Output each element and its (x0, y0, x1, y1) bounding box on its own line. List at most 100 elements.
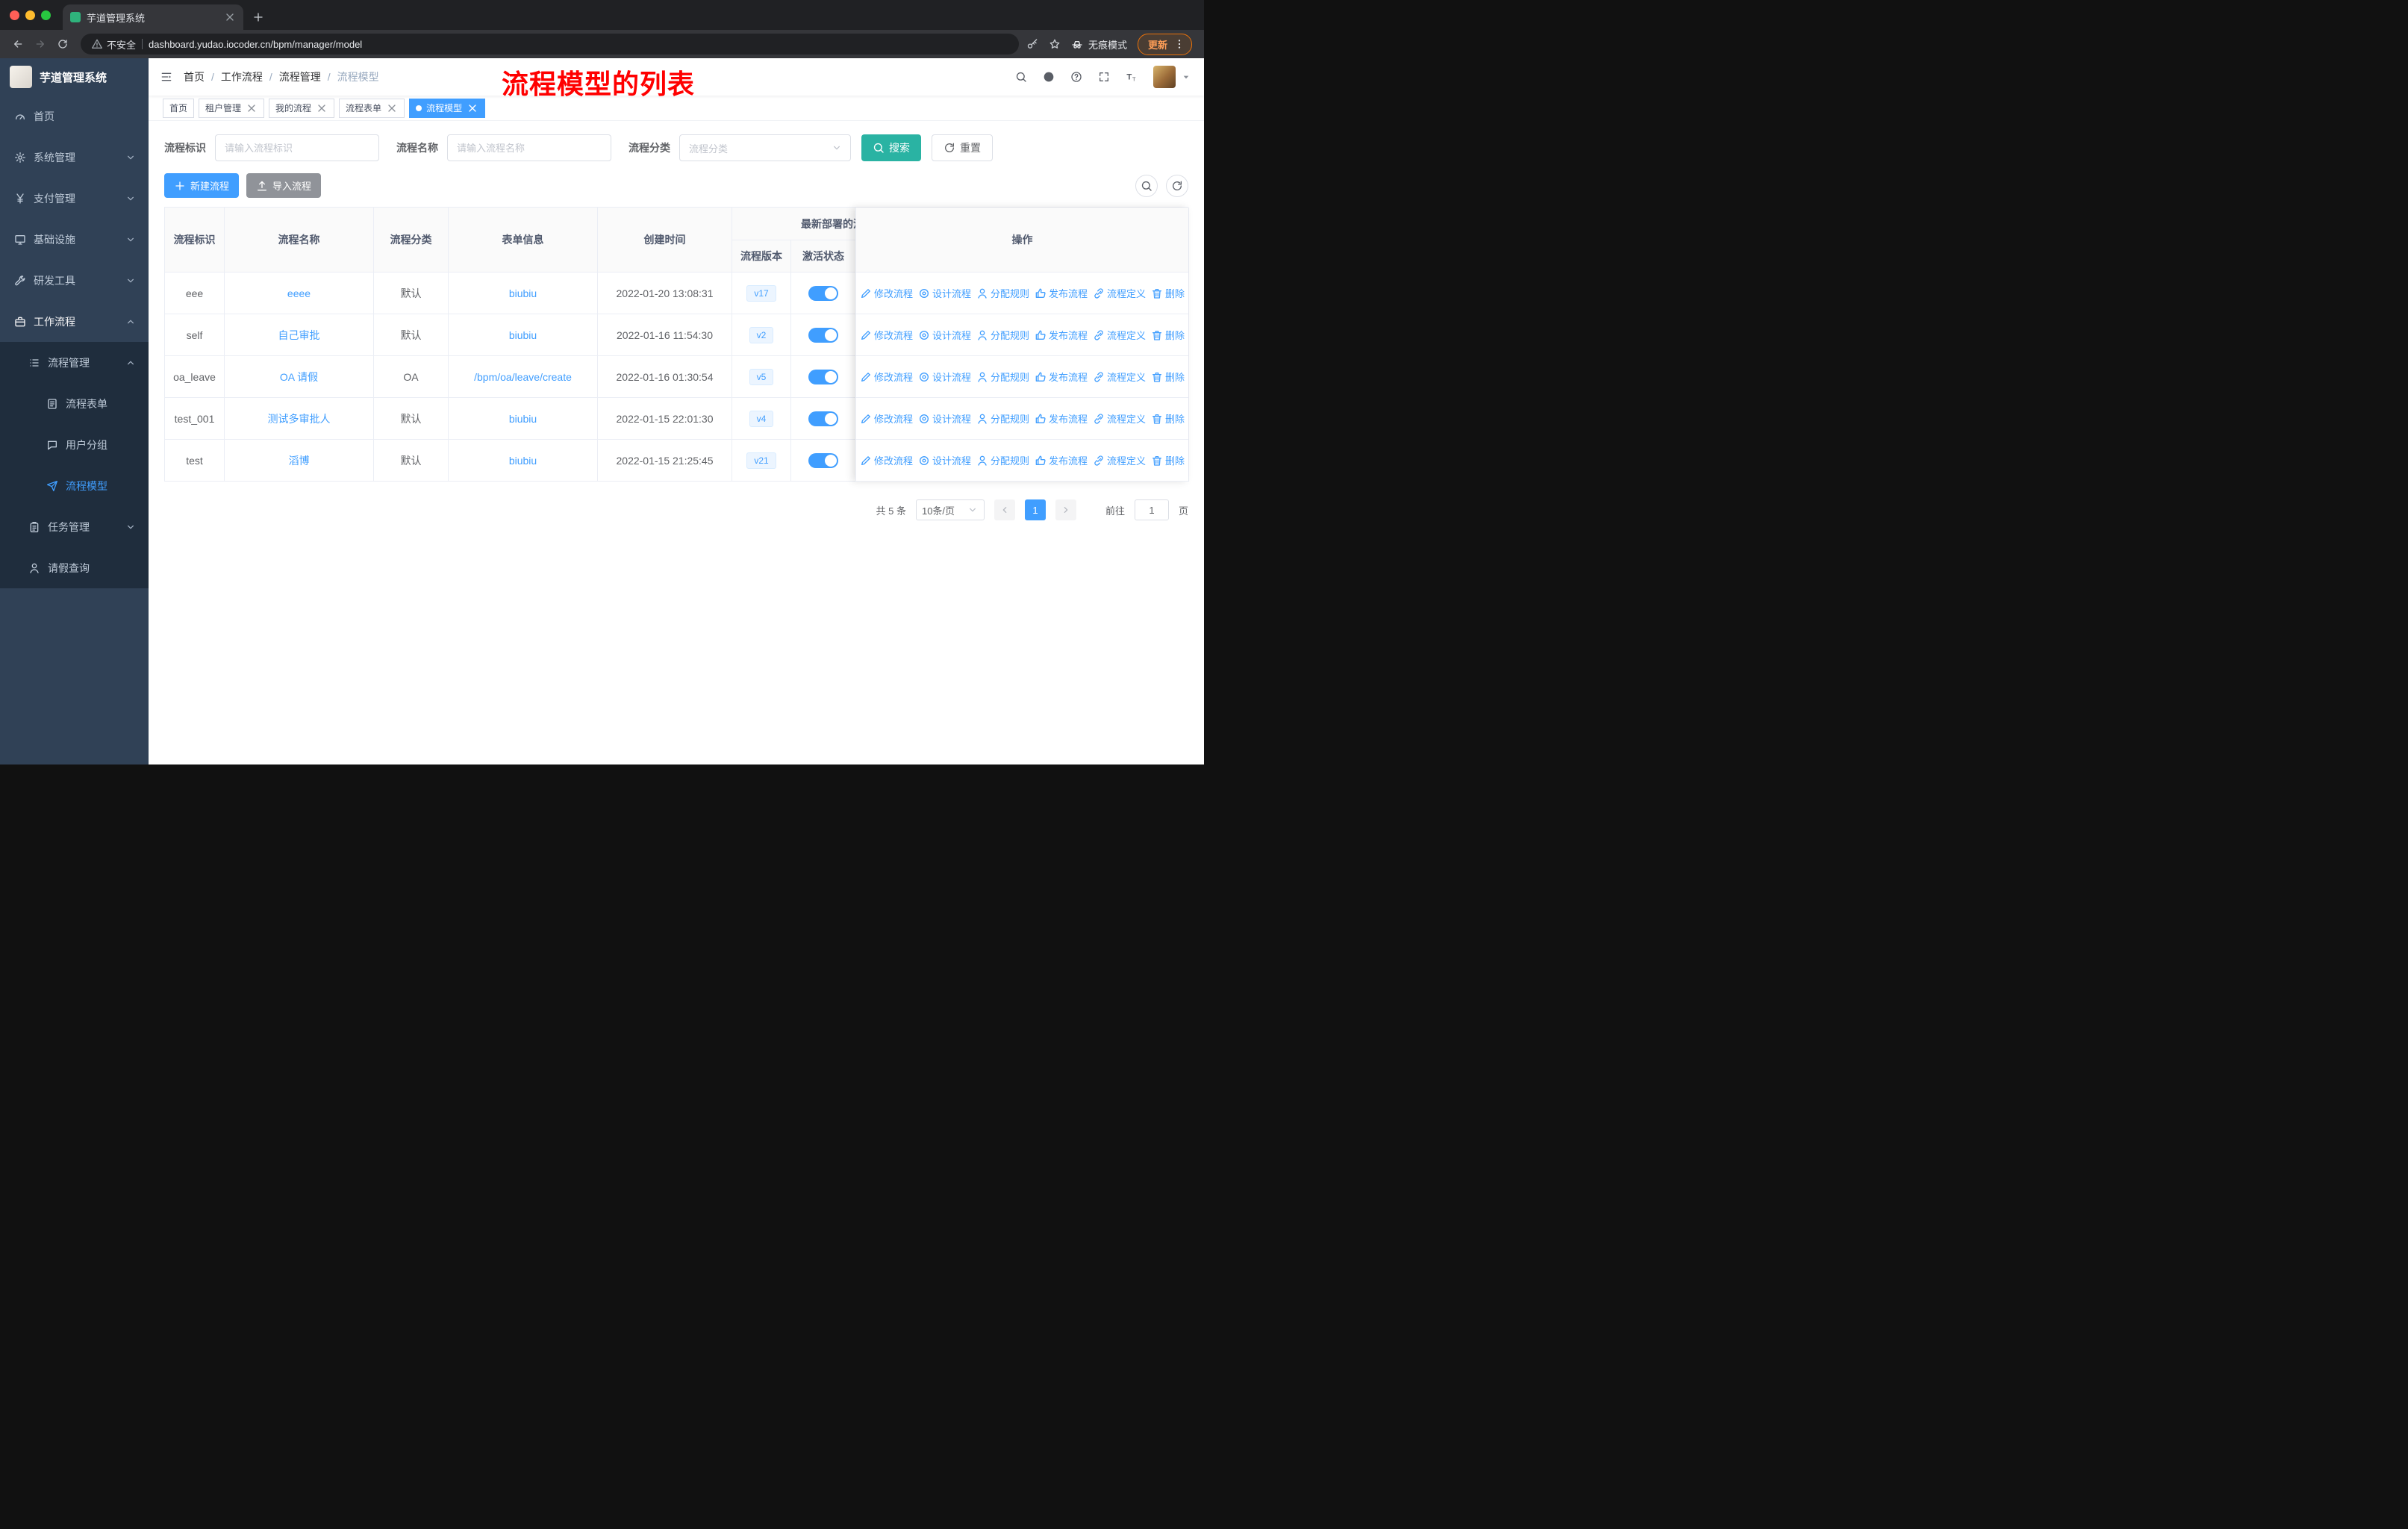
action-publish-link[interactable]: 发布流程 (1035, 370, 1088, 384)
action-assign-rule-link[interactable]: 分配规则 (976, 328, 1029, 342)
action-assign-rule-link[interactable]: 分配规则 (976, 453, 1029, 467)
action-assign-rule-link[interactable]: 分配规则 (976, 411, 1029, 426)
address-bar[interactable]: 不安全 dashboard.yudao.iocoder.cn/bpm/manag… (81, 34, 1019, 55)
action-design-link[interactable]: 设计流程 (918, 328, 971, 342)
action-definition-link[interactable]: 流程定义 (1093, 286, 1146, 300)
fullscreen-button[interactable] (1098, 71, 1110, 83)
github-button[interactable] (1043, 71, 1055, 83)
menu-dots-icon[interactable] (1173, 38, 1185, 50)
action-delete-link[interactable]: 删除 (1151, 453, 1185, 467)
tag-home[interactable]: 首页 (163, 98, 195, 118)
sidebar-item-payment[interactable]: 支付管理 (0, 178, 149, 219)
user-avatar[interactable] (1153, 66, 1176, 88)
url-text[interactable]: dashboard.yudao.iocoder.cn/bpm/manager/m… (149, 39, 362, 50)
security-indicator[interactable]: 不安全 (91, 37, 136, 52)
show-search-toggle-button[interactable] (1135, 174, 1158, 197)
user-menu[interactable] (1153, 66, 1192, 88)
back-button[interactable] (7, 34, 28, 55)
sidebar-item-system[interactable]: 系统管理 (0, 137, 149, 178)
action-design-link[interactable]: 设计流程 (918, 411, 971, 426)
action-publish-link[interactable]: 发布流程 (1035, 328, 1088, 342)
active-toggle[interactable] (808, 369, 838, 384)
action-assign-rule-link[interactable]: 分配规则 (976, 370, 1029, 384)
current-page-button[interactable]: 1 (1024, 499, 1046, 520)
process-name-input[interactable] (447, 134, 611, 161)
sidebar-item-user-group[interactable]: 用户分组 (0, 424, 149, 465)
form-info-link[interactable]: biubiu (509, 329, 537, 341)
new-tab-button[interactable] (248, 7, 269, 28)
form-info-link[interactable]: biubiu (509, 455, 537, 467)
process-name-link[interactable]: eeee (287, 287, 311, 299)
help-button[interactable] (1070, 71, 1082, 83)
action-edit-link[interactable]: 修改流程 (860, 453, 913, 467)
action-edit-link[interactable]: 修改流程 (860, 286, 913, 300)
sidebar-item-process-model[interactable]: 流程模型 (0, 465, 149, 506)
tag-my-process[interactable]: 我的流程 (269, 98, 335, 118)
form-info-link[interactable]: /bpm/oa/leave/create (474, 371, 572, 383)
close-icon[interactable] (386, 102, 398, 114)
reload-button[interactable] (52, 34, 73, 55)
action-delete-link[interactable]: 删除 (1151, 370, 1185, 384)
action-edit-link[interactable]: 修改流程 (860, 370, 913, 384)
browser-tab[interactable]: 芋道管理系统 (63, 4, 243, 30)
sidebar-item-process-management[interactable]: 流程管理 (0, 342, 149, 383)
action-edit-link[interactable]: 修改流程 (860, 328, 913, 342)
sidebar-item-leave-query[interactable]: 请假查询 (0, 547, 149, 588)
active-toggle[interactable] (808, 411, 838, 426)
action-assign-rule-link[interactable]: 分配规则 (976, 286, 1029, 300)
page-size-select[interactable]: 10条/页 (915, 499, 985, 520)
window-minimize-button[interactable] (25, 10, 35, 20)
collapse-sidebar-button[interactable] (160, 71, 172, 83)
form-info-link[interactable]: biubiu (509, 413, 537, 425)
action-publish-link[interactable]: 发布流程 (1035, 453, 1088, 467)
action-edit-link[interactable]: 修改流程 (860, 411, 913, 426)
font-size-button[interactable] (1126, 71, 1138, 83)
window-close-button[interactable] (10, 10, 19, 20)
refresh-table-button[interactable] (1166, 174, 1188, 197)
active-toggle[interactable] (808, 452, 838, 468)
sidebar-item-devtools[interactable]: 研发工具 (0, 260, 149, 301)
action-delete-link[interactable]: 删除 (1151, 411, 1185, 426)
action-delete-link[interactable]: 删除 (1151, 328, 1185, 342)
sidebar-item-workflow[interactable]: 工作流程 (0, 301, 149, 342)
action-design-link[interactable]: 设计流程 (918, 370, 971, 384)
tag-process-model[interactable]: 流程模型 (409, 98, 486, 118)
action-definition-link[interactable]: 流程定义 (1093, 453, 1146, 467)
chrome-update-button[interactable]: 更新 (1137, 33, 1192, 55)
action-delete-link[interactable]: 删除 (1151, 286, 1185, 300)
process-name-link[interactable]: 自己审批 (278, 328, 320, 343)
search-button[interactable]: 搜索 (861, 134, 921, 161)
create-process-button[interactable]: 新建流程 (164, 173, 240, 198)
tab-close-icon[interactable] (224, 11, 236, 23)
close-icon[interactable] (246, 102, 258, 114)
process-name-link[interactable]: 测试多审批人 (268, 411, 331, 426)
sidebar-item-process-form[interactable]: 流程表单 (0, 383, 149, 424)
window-zoom-button[interactable] (41, 10, 51, 20)
active-toggle[interactable] (808, 327, 838, 343)
sidebar-item-home[interactable]: 首页 (0, 96, 149, 137)
action-design-link[interactable]: 设计流程 (918, 286, 971, 300)
action-definition-link[interactable]: 流程定义 (1093, 411, 1146, 426)
tag-process-form[interactable]: 流程表单 (339, 98, 405, 118)
breadcrumb-item[interactable]: 工作流程 (205, 69, 263, 84)
breadcrumb-item[interactable]: 首页 (184, 69, 205, 84)
process-name-link[interactable]: 滔博 (289, 453, 310, 468)
action-definition-link[interactable]: 流程定义 (1093, 370, 1146, 384)
next-page-button[interactable] (1055, 499, 1076, 520)
form-info-link[interactable]: biubiu (509, 287, 537, 299)
process-name-link[interactable]: OA 请假 (280, 370, 318, 384)
global-search-button[interactable] (1015, 71, 1027, 83)
password-key-icon[interactable] (1026, 38, 1038, 50)
forward-button[interactable] (30, 34, 51, 55)
action-publish-link[interactable]: 发布流程 (1035, 411, 1088, 426)
process-key-input[interactable] (215, 134, 379, 161)
active-toggle[interactable] (808, 285, 838, 301)
sidebar-item-task-management[interactable]: 任务管理 (0, 506, 149, 547)
prev-page-button[interactable] (994, 499, 1015, 520)
action-definition-link[interactable]: 流程定义 (1093, 328, 1146, 342)
category-select[interactable]: 流程分类 (679, 134, 851, 161)
sidebar-item-infrastructure[interactable]: 基础设施 (0, 219, 149, 260)
bookmark-star-icon[interactable] (1049, 38, 1061, 50)
action-publish-link[interactable]: 发布流程 (1035, 286, 1088, 300)
tag-tenant[interactable]: 租户管理 (199, 98, 265, 118)
